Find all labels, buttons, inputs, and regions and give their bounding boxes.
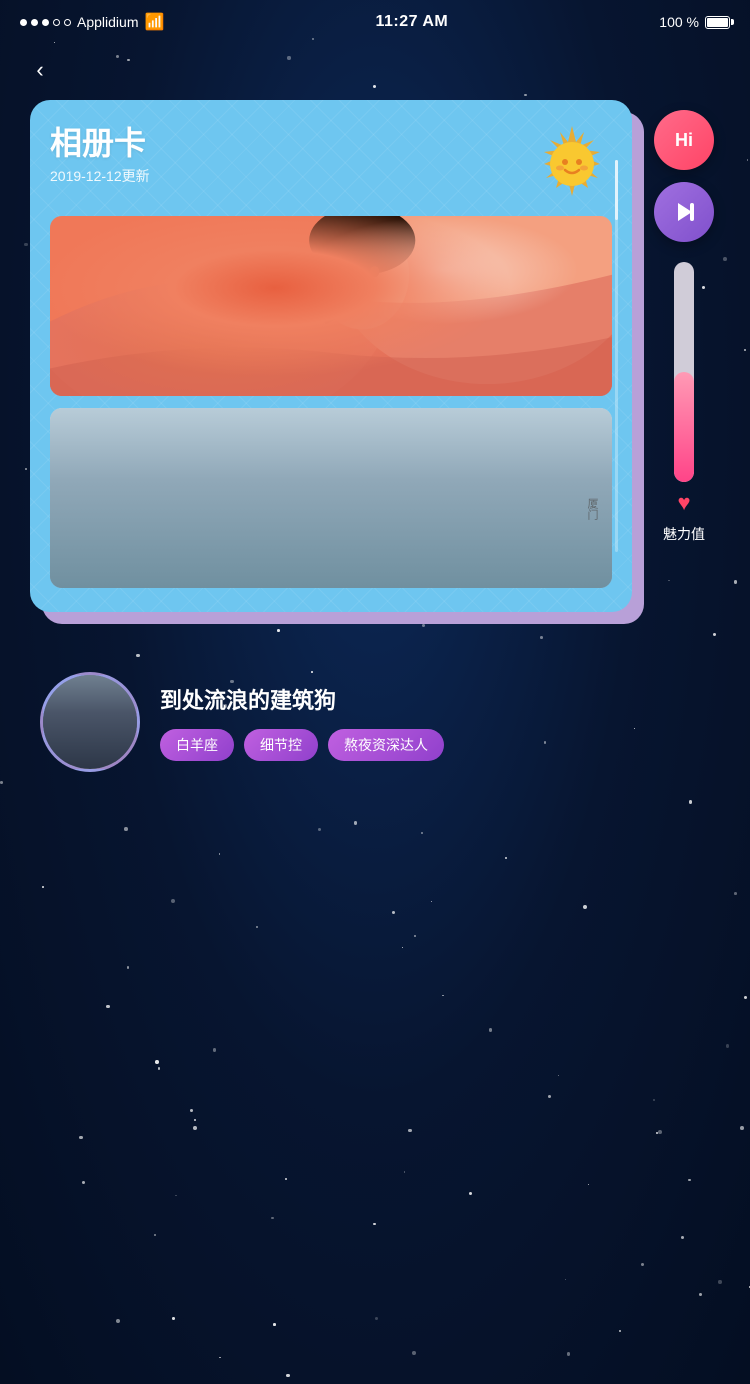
battery-percent: 100 %	[659, 14, 699, 30]
play-button[interactable]	[654, 182, 714, 242]
back-chevron-icon: ‹	[36, 57, 43, 83]
avatar-bg	[43, 675, 137, 769]
status-bar: Applidium 📶 11:27 AM 100 %	[0, 0, 750, 40]
scroll-indicator	[615, 160, 618, 552]
charm-label: 魅力值	[663, 524, 705, 544]
signal-dot-2	[31, 19, 38, 26]
user-avatar	[40, 672, 140, 772]
hi-button[interactable]: Hi	[654, 110, 714, 170]
photo-detail-1	[50, 216, 612, 396]
tag-zodiac[interactable]: 白羊座	[160, 729, 234, 761]
signal-dot-5	[64, 19, 71, 26]
meter-track	[674, 262, 694, 482]
play-icon	[670, 198, 698, 226]
time-display: 11:27 AM	[375, 13, 448, 31]
scroll-thumb	[615, 160, 618, 220]
album-card[interactable]: 相册卡 2019-12-12更新	[30, 100, 632, 612]
user-info: 到处流浪的建筑狗 白羊座 细节控 熬夜资深达人	[160, 683, 710, 761]
status-left: Applidium 📶	[20, 12, 164, 32]
card-header: 相册卡 2019-12-12更新	[50, 124, 612, 204]
signal-dots	[20, 19, 71, 26]
battery-fill	[707, 18, 728, 27]
carrier-label: Applidium	[77, 14, 138, 30]
main-content: 相册卡 2019-12-12更新	[0, 100, 750, 612]
signal-dot-3	[42, 19, 49, 26]
signal-dot-4	[53, 19, 60, 26]
tags-row: 白羊座 细节控 熬夜资深达人	[160, 729, 710, 761]
battery-container	[705, 16, 730, 29]
charm-heart-icon: ♥	[677, 490, 690, 516]
charm-meter: ♥ 魅力值	[663, 262, 705, 544]
back-button[interactable]: ‹	[20, 50, 60, 90]
bottom-section: 到处流浪的建筑狗 白羊座 细节控 熬夜资深达人	[0, 642, 750, 802]
hi-label: Hi	[675, 130, 693, 151]
tag-detail[interactable]: 细节控	[244, 729, 318, 761]
location-label: 厦门	[584, 498, 600, 520]
status-right: 100 %	[659, 14, 730, 30]
signal-dot-1	[20, 19, 27, 26]
battery-icon	[705, 16, 730, 29]
meter-fill	[674, 372, 694, 482]
tag-night[interactable]: 熬夜资深达人	[328, 729, 444, 761]
sun-icon	[532, 124, 612, 204]
wifi-icon: 📶	[144, 12, 164, 32]
card-title-section: 相册卡 2019-12-12更新	[50, 124, 150, 186]
album-title: 相册卡	[50, 124, 150, 162]
right-panel: Hi ♥ 魅力值	[648, 100, 720, 612]
album-date: 2019-12-12更新	[50, 166, 150, 186]
photo-detail-2	[50, 408, 612, 588]
sun-decoration	[532, 124, 612, 204]
photo-item-2: 厦门 厦门	[50, 408, 612, 588]
photo-item-1	[50, 216, 612, 396]
photo-grid: 厦门 厦门	[50, 216, 612, 588]
user-name: 到处流浪的建筑狗	[160, 683, 710, 715]
album-card-wrapper: 相册卡 2019-12-12更新	[30, 100, 632, 612]
